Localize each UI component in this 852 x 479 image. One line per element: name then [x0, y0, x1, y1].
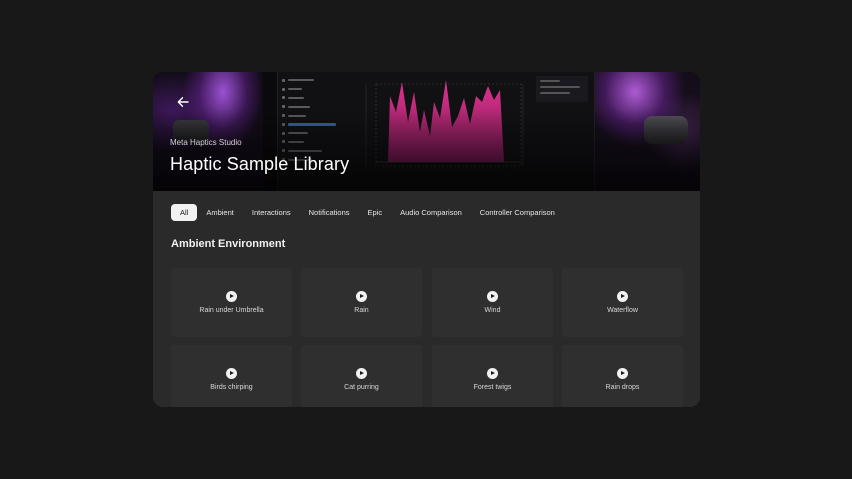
tab-interactions[interactable]: Interactions: [243, 204, 300, 221]
sample-label: Forest twigs: [473, 384, 512, 391]
play-circle-icon[interactable]: [487, 291, 498, 302]
tab-epic[interactable]: Epic: [359, 204, 392, 221]
sample-label: Rain under Umbrella: [199, 307, 264, 314]
category-tabs: All Ambient Interactions Notifications E…: [171, 204, 564, 221]
play-circle-icon[interactable]: [356, 291, 367, 302]
tab-controller-comparison[interactable]: Controller Comparison: [471, 204, 564, 221]
sample-card[interactable]: Birds chirping: [171, 345, 292, 407]
section-title: Ambient Environment: [171, 238, 286, 250]
back-button[interactable]: [173, 92, 193, 112]
sample-grid: Rain under Umbrella Rain Wind Waterflow …: [171, 268, 683, 407]
play-circle-icon[interactable]: [226, 291, 237, 302]
sample-label: Wind: [484, 307, 501, 314]
sample-label: Rain: [354, 307, 369, 314]
hero-banner: Meta Haptics Studio Haptic Sample Librar…: [153, 72, 700, 191]
tab-all[interactable]: All: [171, 204, 198, 221]
arrow-left-icon: [177, 97, 189, 107]
sample-card[interactable]: Wind: [432, 268, 553, 337]
tab-audio-comparison[interactable]: Audio Comparison: [391, 204, 471, 221]
play-circle-icon[interactable]: [226, 368, 237, 379]
play-circle-icon[interactable]: [617, 368, 628, 379]
tab-ambient[interactable]: Ambient: [197, 204, 243, 221]
sample-card[interactable]: Cat purring: [301, 345, 422, 407]
play-circle-icon[interactable]: [356, 368, 367, 379]
sample-card[interactable]: Waterflow: [562, 268, 683, 337]
app-window: Meta Haptics Studio Haptic Sample Librar…: [153, 72, 700, 407]
sample-card[interactable]: Rain under Umbrella: [171, 268, 292, 337]
play-circle-icon[interactable]: [487, 368, 498, 379]
sample-label: Cat purring: [344, 384, 379, 391]
play-circle-icon[interactable]: [617, 291, 628, 302]
sample-card[interactable]: Forest twigs: [432, 345, 553, 407]
sample-label: Birds chirping: [210, 384, 253, 391]
page-title: Haptic Sample Library: [170, 154, 350, 174]
sample-card[interactable]: Rain drops: [562, 345, 683, 407]
tab-notifications[interactable]: Notifications: [300, 204, 359, 221]
hero-subtitle: Meta Haptics Studio: [170, 138, 242, 147]
sample-card[interactable]: Rain: [301, 268, 422, 337]
sample-label: Rain drops: [605, 384, 640, 391]
sample-label: Waterflow: [607, 307, 638, 314]
